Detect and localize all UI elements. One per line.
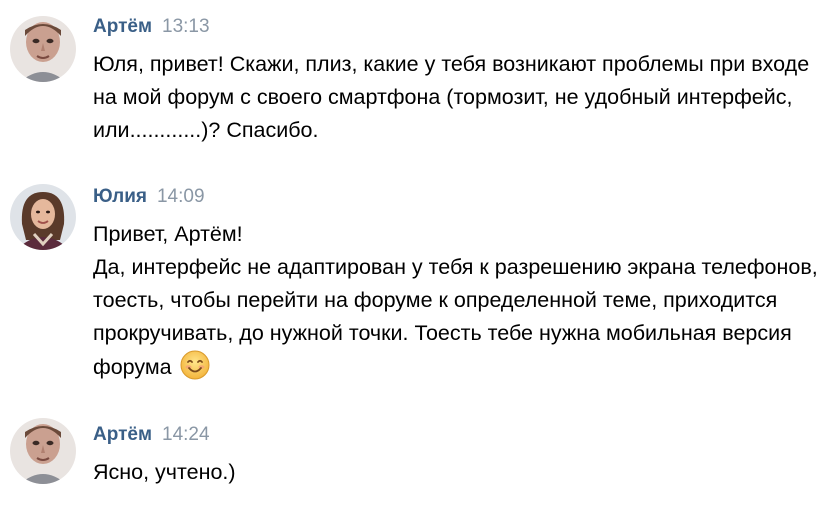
- message-author[interactable]: Юлия: [93, 186, 147, 207]
- message-time[interactable]: 13:13: [162, 16, 210, 37]
- avatar-artyom[interactable]: [10, 16, 76, 82]
- message-author[interactable]: Артём: [93, 16, 152, 37]
- avatar-yulia[interactable]: [10, 184, 76, 250]
- message-text: Ясно, учтено.): [93, 460, 236, 484]
- message-time[interactable]: 14:09: [157, 186, 205, 207]
- message-text: Юля, привет! Скажи, плиз, какие у тебя в…: [93, 52, 816, 142]
- message-time[interactable]: 14:24: [162, 424, 210, 445]
- message-author[interactable]: Артём: [93, 424, 152, 445]
- message-text: Привет, Артём! Да, интерфейс не адаптиро…: [93, 218, 827, 384]
- smiling-face-emoji: [180, 350, 210, 380]
- avatar-artyom[interactable]: [10, 418, 76, 484]
